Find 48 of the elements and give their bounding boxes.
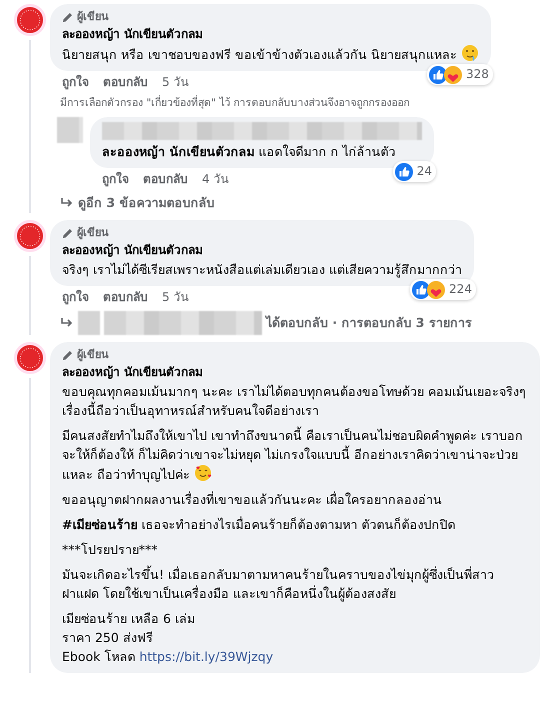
- view-more-replies[interactable]: ดูอีก 3 ข้อความตอบกลับ: [60, 193, 214, 213]
- blurred-avatar: [78, 311, 100, 335]
- reply-link[interactable]: ตอบกลับ: [143, 171, 188, 187]
- avatar-logo[interactable]: [14, 342, 46, 374]
- comment-text: ***โปรยปราย***: [62, 541, 158, 559]
- comment-text: มันจะเกิดอะไรขึ้น! เมื่อเธอกลับมาตามหาคนร้ายในคราบของไข่มุกผู้ซึ่งเป็นพี่สาวฝาแฝด โดยใช้เขาเป็นเครื่องมือ และเขาก็คือหนึ่งในผู้ต้องสงสัย: [62, 565, 495, 603]
- comment-text: นิยายสนุก หรือ เขาชอบของฟรี ขอเข้าข้างตัวเองแล้วกัน นิยายสนุกแหละ: [62, 44, 479, 64]
- filter-note: มีการเลือกตัวกรอง "เกี่ยวข้องที่สุด" ไว้ การตอบกลับบางส่วนจึงอาจถูกกรองออก: [59, 94, 411, 111]
- reply-link[interactable]: ตอบกลับ: [103, 289, 148, 305]
- emoji-icon: [194, 464, 212, 482]
- pencil-icon: [62, 228, 73, 238]
- author-label: ผู้เขียน: [77, 347, 109, 363]
- reply-summary[interactable]: ได้ตอบกลับ · การตอบกลับ 3 รายการ: [266, 313, 472, 333]
- timestamp[interactable]: 4 วัน: [202, 171, 228, 187]
- like-reaction-icon: [394, 162, 413, 180]
- reactions-badge[interactable]: 224: [410, 279, 476, 300]
- like-link[interactable]: ถูกใจ: [62, 74, 89, 90]
- emoji-icon: [460, 44, 479, 62]
- care-reaction-icon: [444, 66, 462, 84]
- avatar-logo[interactable]: [14, 4, 46, 36]
- comment-text: ขอบคุณทุกคอมเม้นมากๆ นะคะ เราไม่ได้ตอบทุกคนต้องขอโทษด้วย คอมเม้นเยอะจริงๆ เรื่องนี้ถือว่าเป็นอุทาหรณ์สำหรับคนใจดีอย่างเรา: [62, 383, 527, 420]
- reactions-badge[interactable]: 24: [392, 161, 436, 182]
- timestamp[interactable]: 5 วัน: [162, 74, 188, 90]
- timestamp[interactable]: 5 วัน: [162, 289, 188, 305]
- like-reaction-icon: [428, 66, 447, 84]
- reply-arrow-icon: [60, 197, 74, 209]
- blurred-avatar: [57, 117, 83, 143]
- care-reaction-icon: [427, 280, 446, 298]
- comment-text: เมียซ่อนร้าย เหลือ 6 เล่ม ราคา 250 ส่งฟรี Ebook โหลด https://bit.ly/39Wjzqy: [62, 610, 274, 666]
- reply-arrow-icon: [60, 317, 74, 329]
- like-link[interactable]: ถูกใจ: [62, 289, 89, 305]
- pencil-icon: [62, 350, 73, 360]
- avatar-logo[interactable]: [14, 220, 46, 252]
- author-name[interactable]: ละอองหญ้า นักเขียนตัวกลม: [62, 25, 479, 44]
- comment-text: ขออนุญาตฝากผลงานเรื่องที่เขาขอแล้วกันนะคะ เผื่อใครอยากลองอ่าน: [62, 490, 443, 509]
- reply-link[interactable]: ตอบกลับ: [103, 74, 148, 90]
- author-name[interactable]: ละอองหญ้า นักเขียนตัวกลม: [62, 241, 462, 260]
- comment-text: มีคนสงสัยทำไมถึงให้เขาไป เขาทำถึงขนาดนี้ คือเราเป็นคนไม่ชอบผิดคำพูดค่ะ เราบอกจะให้ก็ต้องให้ ก็ไม่คิดว่าเขาจะไม่หยุด ไม่เกรงใจแบบนี้ อีกอย่างเราคิดว่าเขาน่าจะป่วยแหละ ถือว่าทำบุญไปค่ะ: [62, 426, 524, 484]
- reactions-badge[interactable]: 328: [426, 64, 493, 85]
- like-link[interactable]: ถูกใจ: [102, 171, 129, 187]
- author-label: ผู้เขียน: [77, 9, 109, 25]
- author-label: ผู้เขียน: [77, 225, 109, 241]
- reply-text: ละอองหญ้า นักเขียนตัวกลม แอดใจดีมาก ก ไก่ล้านตัว: [102, 143, 396, 161]
- author-name[interactable]: ละอองหญ้า นักเขียนตัวกลม: [62, 363, 528, 382]
- comment-text: จริงๆ เราไม่ได้ซีเรียสเพราะหนังสือแต่เล่มเดียวเอง แต่เสียความรู้สึกมากกว่า: [62, 261, 462, 279]
- comment-text: #เมียซ่อนร้าย เธอจะทำอย่างไรเมื่อคนร้ายก็ต้องตามหา ตัวตนก็ต้องปกปิด: [62, 515, 456, 534]
- link[interactable]: https://bit.ly/39Wjzqy: [139, 649, 274, 664]
- pencil-icon: [62, 12, 73, 22]
